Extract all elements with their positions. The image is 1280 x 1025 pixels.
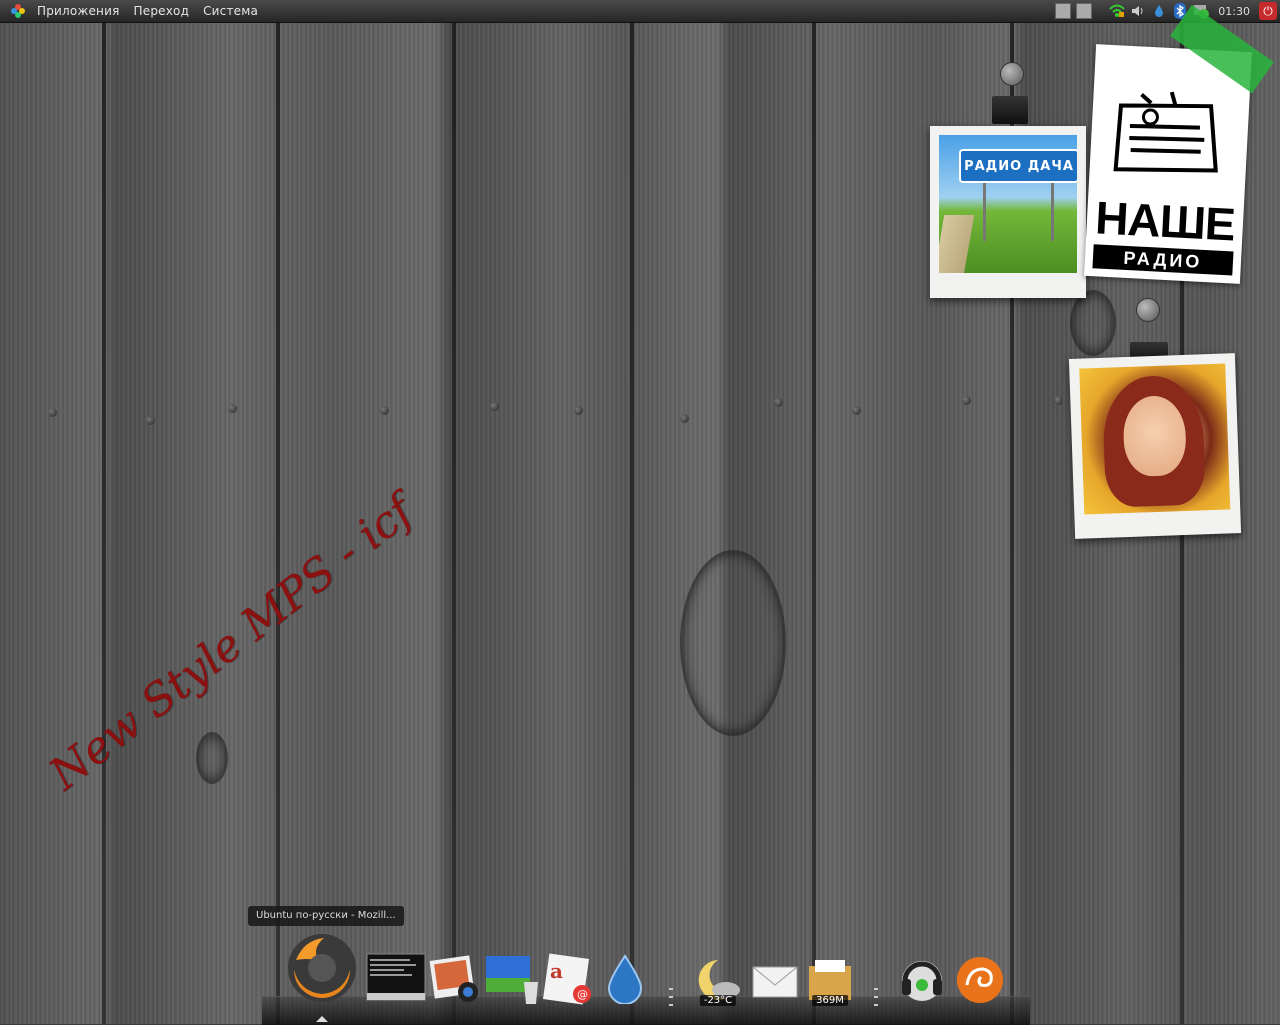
volume-icon[interactable] (1130, 3, 1146, 19)
top-panel: Приложения Переход Система 01:30 ⏻ (0, 0, 1280, 23)
headphones-icon (902, 961, 942, 1001)
text-editor-icon: a @ (542, 953, 591, 1005)
menu-system[interactable]: Система (196, 4, 265, 18)
portrait-image (1079, 363, 1231, 515)
workspace-1-icon[interactable] (1055, 3, 1072, 19)
mail-launcher[interactable] (750, 952, 800, 1006)
nail (228, 404, 237, 413)
weather-applet[interactable]: -23°C (692, 952, 744, 1008)
firefox-launcher[interactable] (284, 930, 360, 1006)
mail-icon (752, 966, 798, 998)
singer-photo (1068, 353, 1242, 539)
active-indicator (316, 1016, 328, 1022)
nail (852, 406, 861, 415)
water-drop-icon (607, 954, 643, 1004)
main-menu: Приложения Переход Система (0, 0, 265, 22)
audio-player-launcher[interactable] (896, 954, 948, 1006)
pushpin (1000, 62, 1024, 86)
archive-size: 369M (812, 995, 848, 1006)
wood-seam (812, 22, 816, 1024)
svg-text:@: @ (577, 988, 588, 1001)
wood-knot (680, 550, 786, 736)
pushpin (1136, 298, 1160, 322)
image-viewer-launcher[interactable] (428, 952, 482, 1006)
system-tray: 01:30 ⏻ (1055, 0, 1280, 22)
nail (574, 406, 583, 415)
power-icon[interactable]: ⏻ (1259, 2, 1277, 20)
archive-applet[interactable]: 369M (804, 952, 856, 1008)
nail (490, 402, 499, 411)
nail (962, 396, 971, 405)
menu-places[interactable]: Переход (127, 4, 197, 18)
sign-post (1051, 181, 1054, 241)
desktop-launcher[interactable] (484, 952, 540, 1006)
sign-post (983, 181, 986, 241)
wood-seam (452, 22, 456, 1024)
wallpaper-icon (486, 956, 538, 1004)
wood-seam (102, 22, 106, 1024)
clock[interactable]: 01:30 (1218, 5, 1250, 18)
nail (48, 408, 57, 417)
photo-icon (429, 955, 478, 1002)
radio-dacha-photo: РАДИО ДАЧА (930, 126, 1086, 298)
workspace-2-icon[interactable] (1076, 3, 1093, 19)
dock-separator (669, 988, 673, 1006)
wood-seam (276, 22, 280, 1024)
landscape-image: РАДИО ДАЧА (939, 135, 1077, 273)
text-editor-launcher[interactable]: a @ (540, 952, 596, 1006)
wood-knot (1070, 290, 1116, 356)
firefox-icon (288, 934, 356, 1002)
nashe-radio-logo: НАШЕ РАДИО (1084, 44, 1252, 284)
nautilus-shell-icon (957, 957, 1003, 1003)
dirt-path (939, 215, 975, 273)
dock-tooltip: Ubuntu по-русски - Mozill... (248, 906, 404, 926)
weather-temperature: -23°C (699, 995, 737, 1006)
droplet-icon[interactable] (1151, 3, 1167, 19)
shell-launcher[interactable] (954, 954, 1006, 1006)
nail (680, 414, 689, 423)
nail (146, 416, 155, 425)
nail (380, 406, 389, 415)
terminal-icon (366, 953, 426, 1001)
wood-seam (630, 22, 634, 1024)
binder-clip (992, 96, 1028, 124)
nail (774, 398, 783, 407)
menu-applications[interactable]: Приложения (30, 4, 127, 18)
terminal-launcher[interactable] (366, 952, 426, 1004)
nail (1054, 396, 1063, 405)
svg-text:a: a (550, 959, 563, 983)
logo-line-1: НАШЕ (1094, 191, 1236, 251)
applications-icon (11, 4, 25, 18)
wood-knot (196, 732, 228, 784)
dock-separator (874, 988, 878, 1006)
drop-launcher[interactable] (602, 952, 648, 1006)
road-sign: РАДИО ДАЧА (959, 149, 1077, 183)
radio-drawing-icon (1113, 91, 1218, 173)
network-wifi-icon[interactable] (1109, 3, 1126, 19)
